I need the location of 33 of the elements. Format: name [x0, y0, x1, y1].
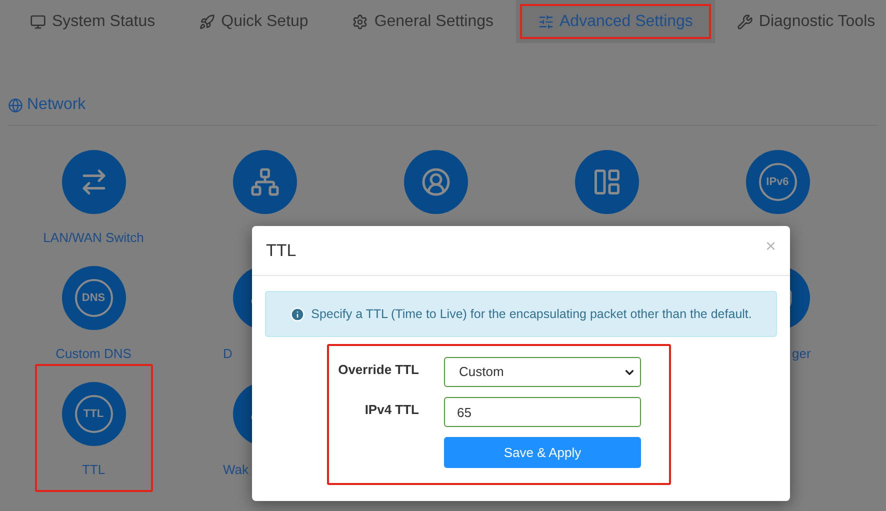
layout-icon [592, 167, 622, 197]
nav-tab[interactable]: Diagnostic Tools [714, 0, 886, 43]
nav-tab[interactable]: Advanced Settings [516, 0, 715, 43]
tile-label: Custom DNS [56, 345, 132, 363]
rocket-icon [199, 14, 216, 30]
nav-tab[interactable]: System Status [8, 0, 178, 43]
tile-label: TTL [82, 461, 106, 479]
icon-badge: IPv6 [758, 163, 796, 201]
info-icon [290, 306, 306, 322]
nav-tab[interactable]: General Settings [330, 0, 516, 43]
section-title: Network [27, 95, 86, 115]
nav-tab[interactable]: Quick Setup [177, 0, 330, 43]
field-label: Override TTL [337, 360, 419, 379]
dialog-title: TTL [266, 240, 296, 262]
sliders-icon [538, 14, 554, 30]
icon-badge: TTL [74, 395, 112, 433]
icon-badge: DNS [74, 279, 112, 317]
monitor-icon [30, 14, 46, 30]
tile-label: Wak [223, 461, 249, 479]
globe-icon [8, 98, 23, 112]
wrench-icon [736, 14, 753, 30]
close-button[interactable]: × [765, 236, 776, 254]
tile-label: ger [792, 345, 811, 363]
info-text: Specify a TTL (Time to Live) for the encapsulating packet other than the default. [311, 306, 752, 323]
save-apply-button[interactable]: Save & Apply [444, 437, 641, 468]
user-icon [420, 167, 450, 197]
field-label: IPv4 TTL [364, 400, 419, 419]
gear-icon [352, 14, 368, 30]
ipv4-ttl-input[interactable]: 65 [444, 397, 641, 427]
network-icon [250, 167, 280, 197]
override-ttl-select[interactable]: Custom [444, 357, 641, 387]
tile-label: D [223, 345, 232, 363]
tile-label: LAN/WAN Switch [43, 229, 144, 247]
